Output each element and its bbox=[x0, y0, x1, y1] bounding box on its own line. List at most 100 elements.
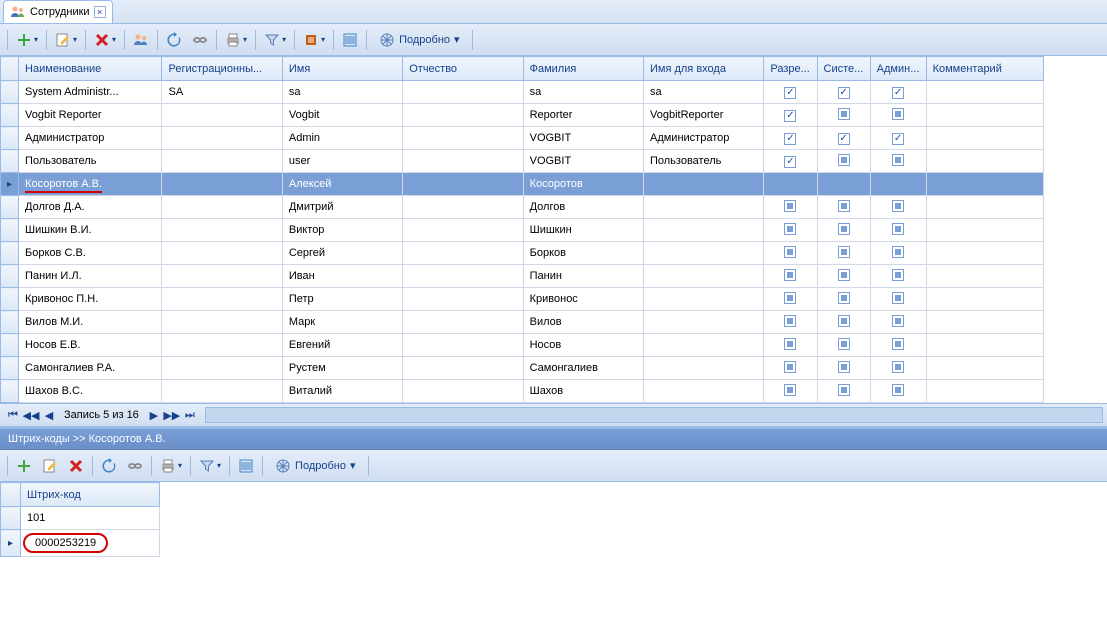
cell-middle[interactable] bbox=[403, 380, 523, 403]
table-row[interactable]: Долгов Д.А.ДмитрийДолгов bbox=[1, 196, 1044, 219]
cell-last[interactable]: VOGBIT bbox=[523, 150, 643, 173]
table-row[interactable]: АдминистраторAdminVOGBITАдминистратор bbox=[1, 127, 1044, 150]
cell-reg[interactable] bbox=[162, 104, 282, 127]
edit-button[interactable]: ▾ bbox=[51, 28, 81, 52]
detail-barcode-button[interactable] bbox=[234, 454, 258, 478]
cell-last[interactable]: Самонгалиев bbox=[523, 357, 643, 380]
checkbox[interactable] bbox=[784, 315, 796, 327]
cell-sys[interactable] bbox=[817, 173, 870, 196]
cell-first[interactable]: Admin bbox=[282, 127, 402, 150]
cell-perm[interactable] bbox=[764, 173, 817, 196]
cell-perm[interactable] bbox=[764, 242, 817, 265]
nav-nextpage[interactable]: ▶▶ bbox=[163, 409, 181, 422]
cell-perm[interactable] bbox=[764, 104, 817, 127]
cell-login[interactable] bbox=[643, 219, 763, 242]
cell-perm[interactable] bbox=[764, 380, 817, 403]
cell-comment[interactable] bbox=[926, 380, 1043, 403]
col-regnum[interactable]: Регистрационны... bbox=[162, 57, 282, 81]
cell-last[interactable]: sa bbox=[523, 81, 643, 104]
cell-login[interactable] bbox=[643, 242, 763, 265]
cell-login[interactable]: Администратор bbox=[643, 127, 763, 150]
table-row[interactable]: Шишкин В.И.ВикторШишкин bbox=[1, 219, 1044, 242]
checkbox[interactable] bbox=[892, 315, 904, 327]
checkbox[interactable] bbox=[784, 177, 796, 189]
cell-name[interactable]: Долгов Д.А. bbox=[19, 196, 162, 219]
cell-name[interactable]: Кривонос П.Н. bbox=[19, 288, 162, 311]
cell-login[interactable]: VogbitReporter bbox=[643, 104, 763, 127]
cell-perm[interactable] bbox=[764, 196, 817, 219]
cell-admin[interactable] bbox=[870, 265, 926, 288]
cell-middle[interactable] bbox=[403, 265, 523, 288]
cell-login[interactable] bbox=[643, 357, 763, 380]
table-row[interactable]: 101 bbox=[1, 507, 160, 530]
cell-first[interactable]: user bbox=[282, 150, 402, 173]
table-row[interactable]: Вилов М.И.МаркВилов bbox=[1, 311, 1044, 334]
cell-sys[interactable] bbox=[817, 357, 870, 380]
checkbox[interactable] bbox=[892, 361, 904, 373]
cell-login[interactable] bbox=[643, 265, 763, 288]
cell-admin[interactable] bbox=[870, 127, 926, 150]
cell-login[interactable] bbox=[643, 173, 763, 196]
col-middle[interactable]: Отчество bbox=[403, 57, 523, 81]
cell-first[interactable]: Марк bbox=[282, 311, 402, 334]
table-row[interactable]: Носов Е.В.ЕвгенийНосов bbox=[1, 334, 1044, 357]
cell-reg[interactable] bbox=[162, 265, 282, 288]
cell-middle[interactable] bbox=[403, 127, 523, 150]
checkbox[interactable] bbox=[838, 384, 850, 396]
cell-comment[interactable] bbox=[926, 104, 1043, 127]
cell-name[interactable]: Носов Е.В. bbox=[19, 334, 162, 357]
cell-reg[interactable] bbox=[162, 242, 282, 265]
barcode-cell[interactable]: 101 bbox=[21, 507, 160, 530]
cell-login[interactable]: sa bbox=[643, 81, 763, 104]
table-row[interactable]: System Administr...SAsasasa bbox=[1, 81, 1044, 104]
cell-perm[interactable] bbox=[764, 265, 817, 288]
checkbox[interactable] bbox=[892, 177, 904, 189]
cell-admin[interactable] bbox=[870, 380, 926, 403]
checkbox[interactable] bbox=[892, 154, 904, 166]
cell-last[interactable]: Шахов bbox=[523, 380, 643, 403]
cell-sys[interactable] bbox=[817, 311, 870, 334]
cell-name[interactable]: Vogbit Reporter bbox=[19, 104, 162, 127]
cell-reg[interactable] bbox=[162, 288, 282, 311]
cell-login[interactable] bbox=[643, 288, 763, 311]
checkbox[interactable] bbox=[784, 200, 796, 212]
barcode-button[interactable] bbox=[338, 28, 362, 52]
nav-last[interactable]: ⏭ bbox=[181, 409, 199, 422]
table-row[interactable]: ▸Косоротов А.В.АлексейКосоротов bbox=[1, 173, 1044, 196]
cell-middle[interactable] bbox=[403, 334, 523, 357]
cell-perm[interactable] bbox=[764, 81, 817, 104]
cell-admin[interactable] bbox=[870, 357, 926, 380]
cell-login[interactable]: Пользователь bbox=[643, 150, 763, 173]
cell-sys[interactable] bbox=[817, 196, 870, 219]
cell-login[interactable] bbox=[643, 311, 763, 334]
cell-perm[interactable] bbox=[764, 357, 817, 380]
checkbox[interactable] bbox=[784, 384, 796, 396]
nav-prevpage[interactable]: ◀◀ bbox=[22, 409, 40, 422]
cell-perm[interactable] bbox=[764, 311, 817, 334]
cell-middle[interactable] bbox=[403, 173, 523, 196]
cell-reg[interactable]: SA bbox=[162, 81, 282, 104]
cell-name[interactable]: System Administr... bbox=[19, 81, 162, 104]
cell-comment[interactable] bbox=[926, 127, 1043, 150]
cell-login[interactable] bbox=[643, 380, 763, 403]
col-last[interactable]: Фамилия bbox=[523, 57, 643, 81]
checkbox[interactable] bbox=[892, 384, 904, 396]
cell-comment[interactable] bbox=[926, 81, 1043, 104]
cell-admin[interactable] bbox=[870, 311, 926, 334]
cell-middle[interactable] bbox=[403, 288, 523, 311]
export-button[interactable]: ▾ bbox=[299, 28, 329, 52]
cell-last[interactable]: Reporter bbox=[523, 104, 643, 127]
cell-comment[interactable] bbox=[926, 219, 1043, 242]
print-button[interactable]: ▾ bbox=[221, 28, 251, 52]
link-button[interactable] bbox=[188, 28, 212, 52]
detail-filter-button[interactable]: ▾ bbox=[195, 454, 225, 478]
checkbox[interactable] bbox=[784, 361, 796, 373]
checkbox[interactable] bbox=[892, 133, 904, 145]
cell-middle[interactable] bbox=[403, 311, 523, 334]
checkbox[interactable] bbox=[892, 338, 904, 350]
cell-reg[interactable] bbox=[162, 150, 282, 173]
cell-comment[interactable] bbox=[926, 173, 1043, 196]
cell-reg[interactable] bbox=[162, 196, 282, 219]
cell-middle[interactable] bbox=[403, 219, 523, 242]
col-login[interactable]: Имя для входа bbox=[643, 57, 763, 81]
